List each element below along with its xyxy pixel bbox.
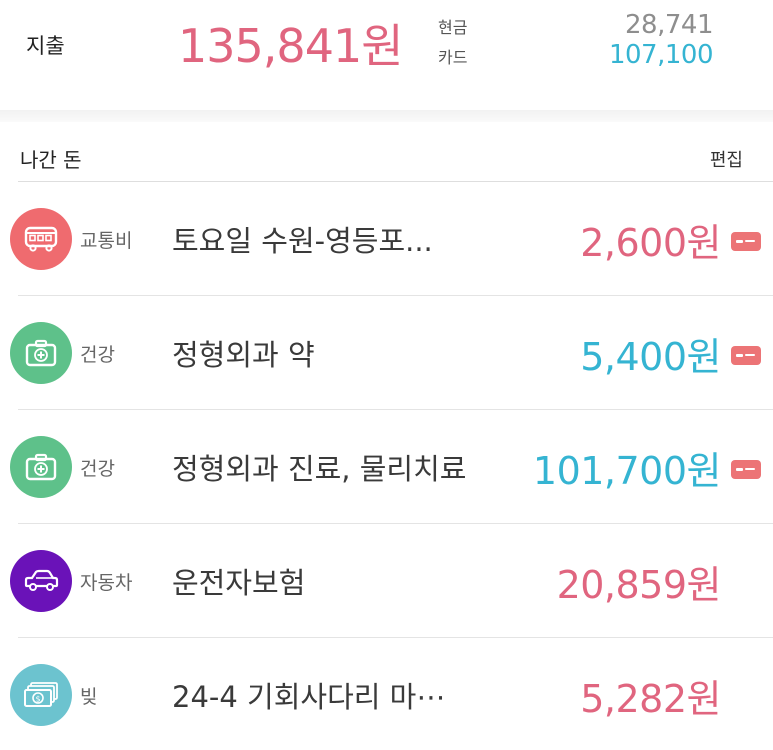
transaction-amount: 5,400원 xyxy=(580,335,721,379)
medical-kit-icon xyxy=(10,322,72,384)
transaction-row[interactable]: 건강 정형외과 진료, 물리치료 101,700원 xyxy=(0,410,773,524)
transaction-row[interactable]: 건강 정형외과 약 5,400원 xyxy=(0,296,773,410)
expense-summary: 지출 135,841원 현금 28,741 카드 107,100 xyxy=(0,0,773,110)
transaction-title: 토요일 수원-영등포... xyxy=(172,224,433,258)
transaction-amount: 5,282원 xyxy=(580,677,721,721)
section-title: 나간 돈 xyxy=(20,148,82,172)
medical-kit-icon xyxy=(10,436,72,498)
transaction-row[interactable]: $ 빚 24-4 기회사다리 마⋯ 5,282원 xyxy=(0,638,773,750)
credit-card-icon xyxy=(731,232,761,251)
svg-text:$: $ xyxy=(35,695,40,704)
money-icon: $ xyxy=(10,664,72,726)
category-label: 빚 xyxy=(80,686,98,708)
credit-card-icon xyxy=(731,460,761,479)
transaction-title: 운전자보험 xyxy=(172,566,306,600)
transaction-amount: 101,700원 xyxy=(532,449,722,493)
category-label: 교통비 xyxy=(80,230,133,252)
car-icon xyxy=(10,550,72,612)
bus-icon xyxy=(10,208,72,270)
transaction-amount: 2,600원 xyxy=(580,221,721,265)
cash-label: 현금 xyxy=(438,18,468,37)
summary-label: 지출 xyxy=(26,34,65,58)
transaction-amount: 20,859원 xyxy=(556,563,722,607)
edit-button[interactable]: 편집 xyxy=(710,146,743,172)
card-value: 107,100 xyxy=(608,40,714,70)
transaction-row[interactable]: 교통비 토요일 수원-영등포... 2,600원 xyxy=(0,182,773,296)
category-label: 건강 xyxy=(80,344,115,366)
transaction-row[interactable]: 자동차 운전자보험 20,859원 xyxy=(0,524,773,638)
summary-total: 135,841원 xyxy=(178,19,404,73)
cash-value: 28,741 xyxy=(625,10,713,40)
card-label: 카드 xyxy=(438,48,468,67)
summary-divider xyxy=(0,110,773,122)
category-label: 건강 xyxy=(80,458,115,480)
transaction-title: 정형외과 진료, 물리치료 xyxy=(172,452,467,486)
credit-card-icon xyxy=(731,346,761,365)
transaction-list: 교통비 토요일 수원-영등포... 2,600원 건강 정형외과 약 5,400… xyxy=(0,182,773,750)
category-label: 자동차 xyxy=(80,572,133,594)
transaction-title: 24-4 기회사다리 마⋯ xyxy=(172,680,446,714)
transaction-title: 정형외과 약 xyxy=(172,338,315,372)
